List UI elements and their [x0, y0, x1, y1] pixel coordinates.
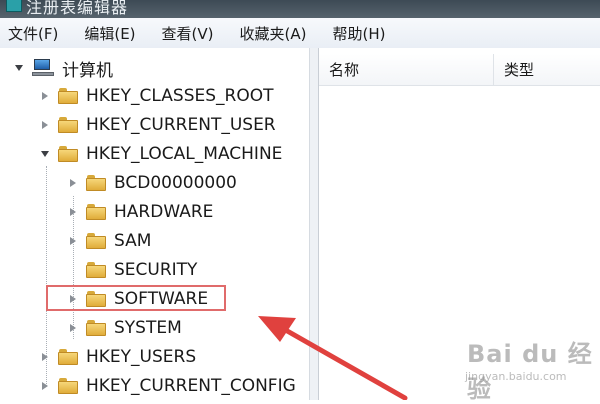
- arrow-shaft: [279, 325, 408, 400]
- arrow-head: [258, 316, 296, 342]
- baidu-jingyan-watermark: Bai du 经验 jingyan.baidu.com: [455, 330, 595, 403]
- watermark-url: jingyan.baidu.com: [465, 370, 567, 383]
- watermark-logo-text: Bai du 经验: [467, 340, 593, 403]
